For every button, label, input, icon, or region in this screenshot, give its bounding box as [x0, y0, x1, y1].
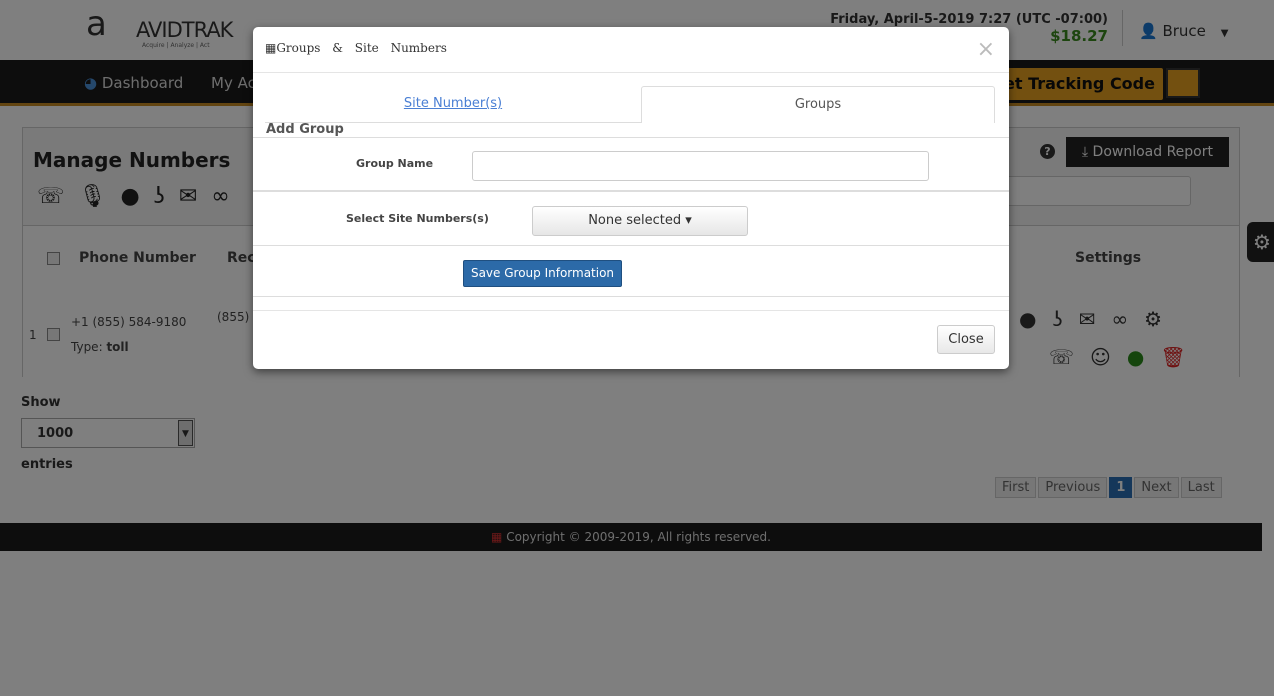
group-name-input[interactable] — [472, 151, 929, 181]
tab-groups[interactable]: Groups — [641, 86, 995, 123]
close-icon[interactable]: × — [977, 37, 995, 62]
modal-header: ▦Groups & Site Numbers — [253, 27, 1009, 73]
divider — [253, 245, 1009, 246]
tab-site-numbers[interactable]: Site Number(s) — [265, 86, 641, 122]
groups-modal: ▦Groups & Site Numbers × Site Number(s) … — [253, 27, 1009, 369]
modal-tabs: Site Number(s) Groups — [265, 86, 995, 123]
grid-icon: ▦ — [265, 41, 277, 55]
section-title: Add Group — [266, 122, 344, 137]
site-numbers-multiselect[interactable]: None selected ▾ — [532, 206, 748, 236]
modal-title: Groups & Site Numbers — [276, 41, 447, 55]
divider — [253, 310, 1009, 311]
save-group-button[interactable]: Save Group Information — [463, 260, 622, 287]
group-name-label: Group Name — [356, 157, 434, 170]
divider — [253, 137, 1009, 138]
site-numbers-label: Select Site Numbers(s) — [346, 212, 489, 225]
close-button[interactable]: Close — [937, 325, 995, 354]
divider — [253, 296, 1009, 297]
divider — [253, 190, 1009, 192]
